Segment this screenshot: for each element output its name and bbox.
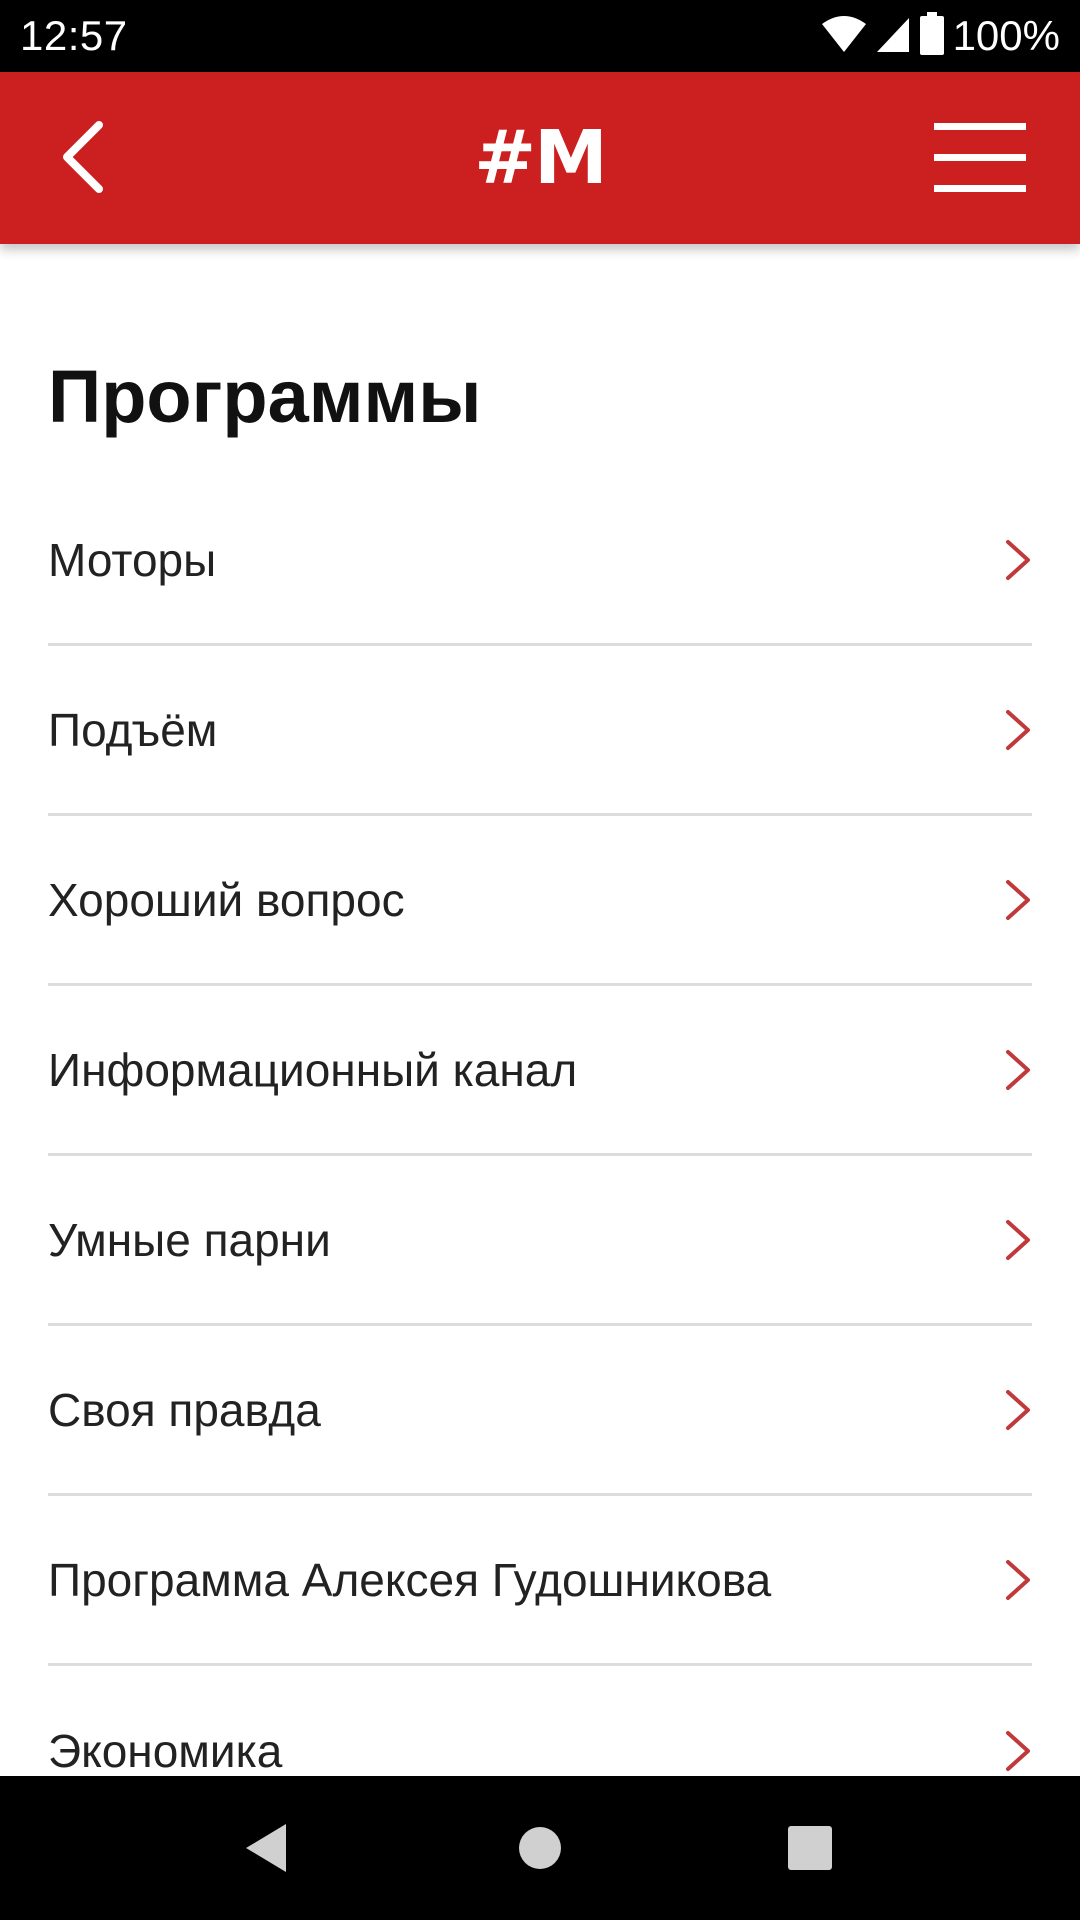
list-item-label: Подъём	[48, 703, 218, 756]
list-item-label: Моторы	[48, 533, 217, 586]
programs-list: Моторы Подъём Хороший вопрос Информацион…	[48, 476, 1032, 1776]
chevron-right-icon	[1004, 646, 1032, 813]
chevron-right-icon	[1004, 816, 1032, 983]
status-icons: 100%	[821, 11, 1060, 61]
chevron-right-icon	[1004, 986, 1032, 1153]
recents-square-icon	[788, 1826, 832, 1870]
list-item[interactable]: Умные парни	[48, 1156, 1032, 1326]
list-item[interactable]: Своя правда	[48, 1326, 1032, 1496]
chevron-right-icon	[1004, 1666, 1032, 1776]
list-item-label: Своя правда	[48, 1383, 321, 1436]
list-item-label: Экономика	[48, 1725, 283, 1776]
chevron-right-icon	[1004, 1496, 1032, 1663]
list-item-label: Хороший вопрос	[48, 873, 405, 926]
nav-recents-button[interactable]	[774, 1812, 846, 1884]
app-logo: #M	[474, 115, 608, 201]
chevron-right-icon	[1004, 1156, 1032, 1323]
battery-icon	[919, 11, 945, 61]
chevron-right-icon	[1004, 1326, 1032, 1493]
list-item[interactable]: Моторы	[48, 476, 1032, 646]
back-arrow-icon	[63, 121, 103, 193]
page-title: Программы	[48, 355, 482, 438]
list-item[interactable]: Информационный канал	[48, 986, 1032, 1156]
system-nav-bar	[0, 1776, 1080, 1920]
status-bar: 12:57 100%	[0, 0, 1080, 72]
home-circle-icon	[519, 1827, 561, 1869]
list-item[interactable]: Подъём	[48, 646, 1032, 816]
back-button[interactable]	[40, 112, 130, 202]
list-item[interactable]: Хороший вопрос	[48, 816, 1032, 986]
wifi-icon	[821, 14, 867, 59]
list-item[interactable]: Программа Алексея Гудошникова	[48, 1496, 1032, 1666]
hamburger-menu-icon	[934, 123, 1026, 192]
list-item-label: Информационный канал	[48, 1043, 578, 1096]
chevron-right-icon	[1004, 476, 1032, 643]
nav-home-button[interactable]	[504, 1812, 576, 1884]
battery-percent: 100%	[952, 12, 1060, 59]
app-bar: #M	[0, 72, 1080, 244]
main-content: Программы Моторы Подъём Хороший вопрос И…	[0, 244, 1080, 1776]
list-item[interactable]: Экономика	[48, 1666, 1032, 1776]
nav-back-button[interactable]	[230, 1812, 302, 1884]
menu-button[interactable]	[930, 112, 1030, 202]
signal-icon	[875, 14, 911, 59]
list-item-label: Умные парни	[48, 1213, 331, 1266]
back-triangle-icon	[246, 1824, 286, 1872]
status-time: 12:57	[20, 12, 128, 59]
list-item-label: Программа Алексея Гудошникова	[48, 1553, 772, 1606]
